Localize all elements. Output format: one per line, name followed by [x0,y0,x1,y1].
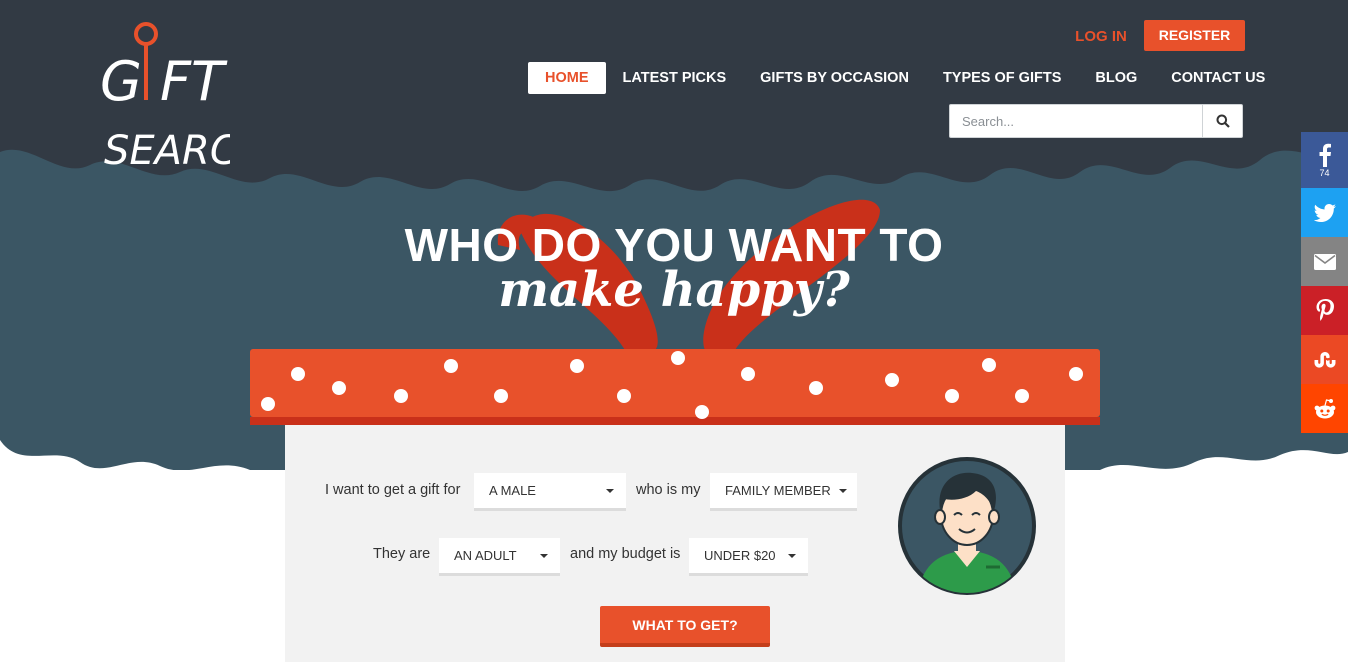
gender-select-value: A MALE [489,483,536,498]
twitter-icon [1313,203,1336,222]
register-button[interactable]: REGISTER [1144,20,1245,51]
page: G FT SEARCH LOG IN REGISTER HOME LATEST … [0,0,1348,662]
facebook-share-count: 74 [1319,167,1330,178]
nav-gifts-by-occasion[interactable]: GIFTS BY OCCASION [743,62,926,94]
row2-prefix-label: They are [373,546,431,562]
facebook-icon [1319,143,1331,167]
gift-search-logo[interactable]: G FT SEARCH [100,18,230,178]
age-select[interactable]: AN ADULT [439,538,560,576]
svg-text:G: G [100,50,142,113]
stumbleupon-icon [1314,351,1335,368]
what-to-get-button[interactable]: WHAT TO GET? [600,606,770,647]
gift-box-lid [250,349,1100,425]
email-icon [1313,253,1336,270]
nav-latest-picks[interactable]: LATEST PICKS [606,62,744,94]
gift-finder-form: I want to get a gift for A MALE who is m… [285,425,1065,662]
reddit-icon [1314,398,1335,418]
chevron-down-icon [540,554,548,558]
male-avatar-icon [898,457,1036,595]
nav-home[interactable]: HOME [528,62,606,94]
search-input[interactable] [950,105,1202,137]
budget-select-value: UNDER $20 [704,548,776,563]
chevron-down-icon [788,554,796,558]
search-bar [949,104,1243,138]
main-nav: HOME LATEST PICKS GIFTS BY OCCASION TYPE… [528,62,1282,94]
budget-select[interactable]: UNDER $20 [689,538,808,576]
search-button[interactable] [1202,105,1242,137]
chevron-down-icon [606,489,614,493]
share-pinterest-button[interactable] [1301,286,1348,335]
login-link[interactable]: LOG IN [1068,26,1134,48]
search-icon [1216,114,1230,128]
svg-text:FT: FT [160,50,228,113]
share-stumbleupon-button[interactable] [1301,335,1348,384]
hero-subheadline: make happy? [498,262,850,318]
chevron-down-icon [839,489,847,493]
share-facebook-button[interactable]: 74 [1301,132,1348,188]
row1-middle-label: who is my [636,482,701,498]
nav-blog[interactable]: BLOG [1078,62,1154,94]
row2-middle-label: and my budget is [570,546,681,562]
nav-types-of-gifts[interactable]: TYPES OF GIFTS [926,62,1078,94]
nav-contact-us[interactable]: CONTACT US [1154,62,1282,94]
social-share-bar: 74 [1301,132,1348,433]
relation-select-value: FAMILY MEMBER [725,483,831,498]
share-reddit-button[interactable] [1301,384,1348,433]
share-email-button[interactable] [1301,237,1348,286]
age-select-value: AN ADULT [454,548,517,563]
share-twitter-button[interactable] [1301,188,1348,237]
gender-select[interactable]: A MALE [474,473,626,511]
row1-prefix-label: I want to get a gift for [325,482,461,498]
svg-text:SEARCH: SEARCH [104,128,230,174]
pinterest-icon [1316,298,1334,321]
relation-select[interactable]: FAMILY MEMBER [710,473,857,511]
